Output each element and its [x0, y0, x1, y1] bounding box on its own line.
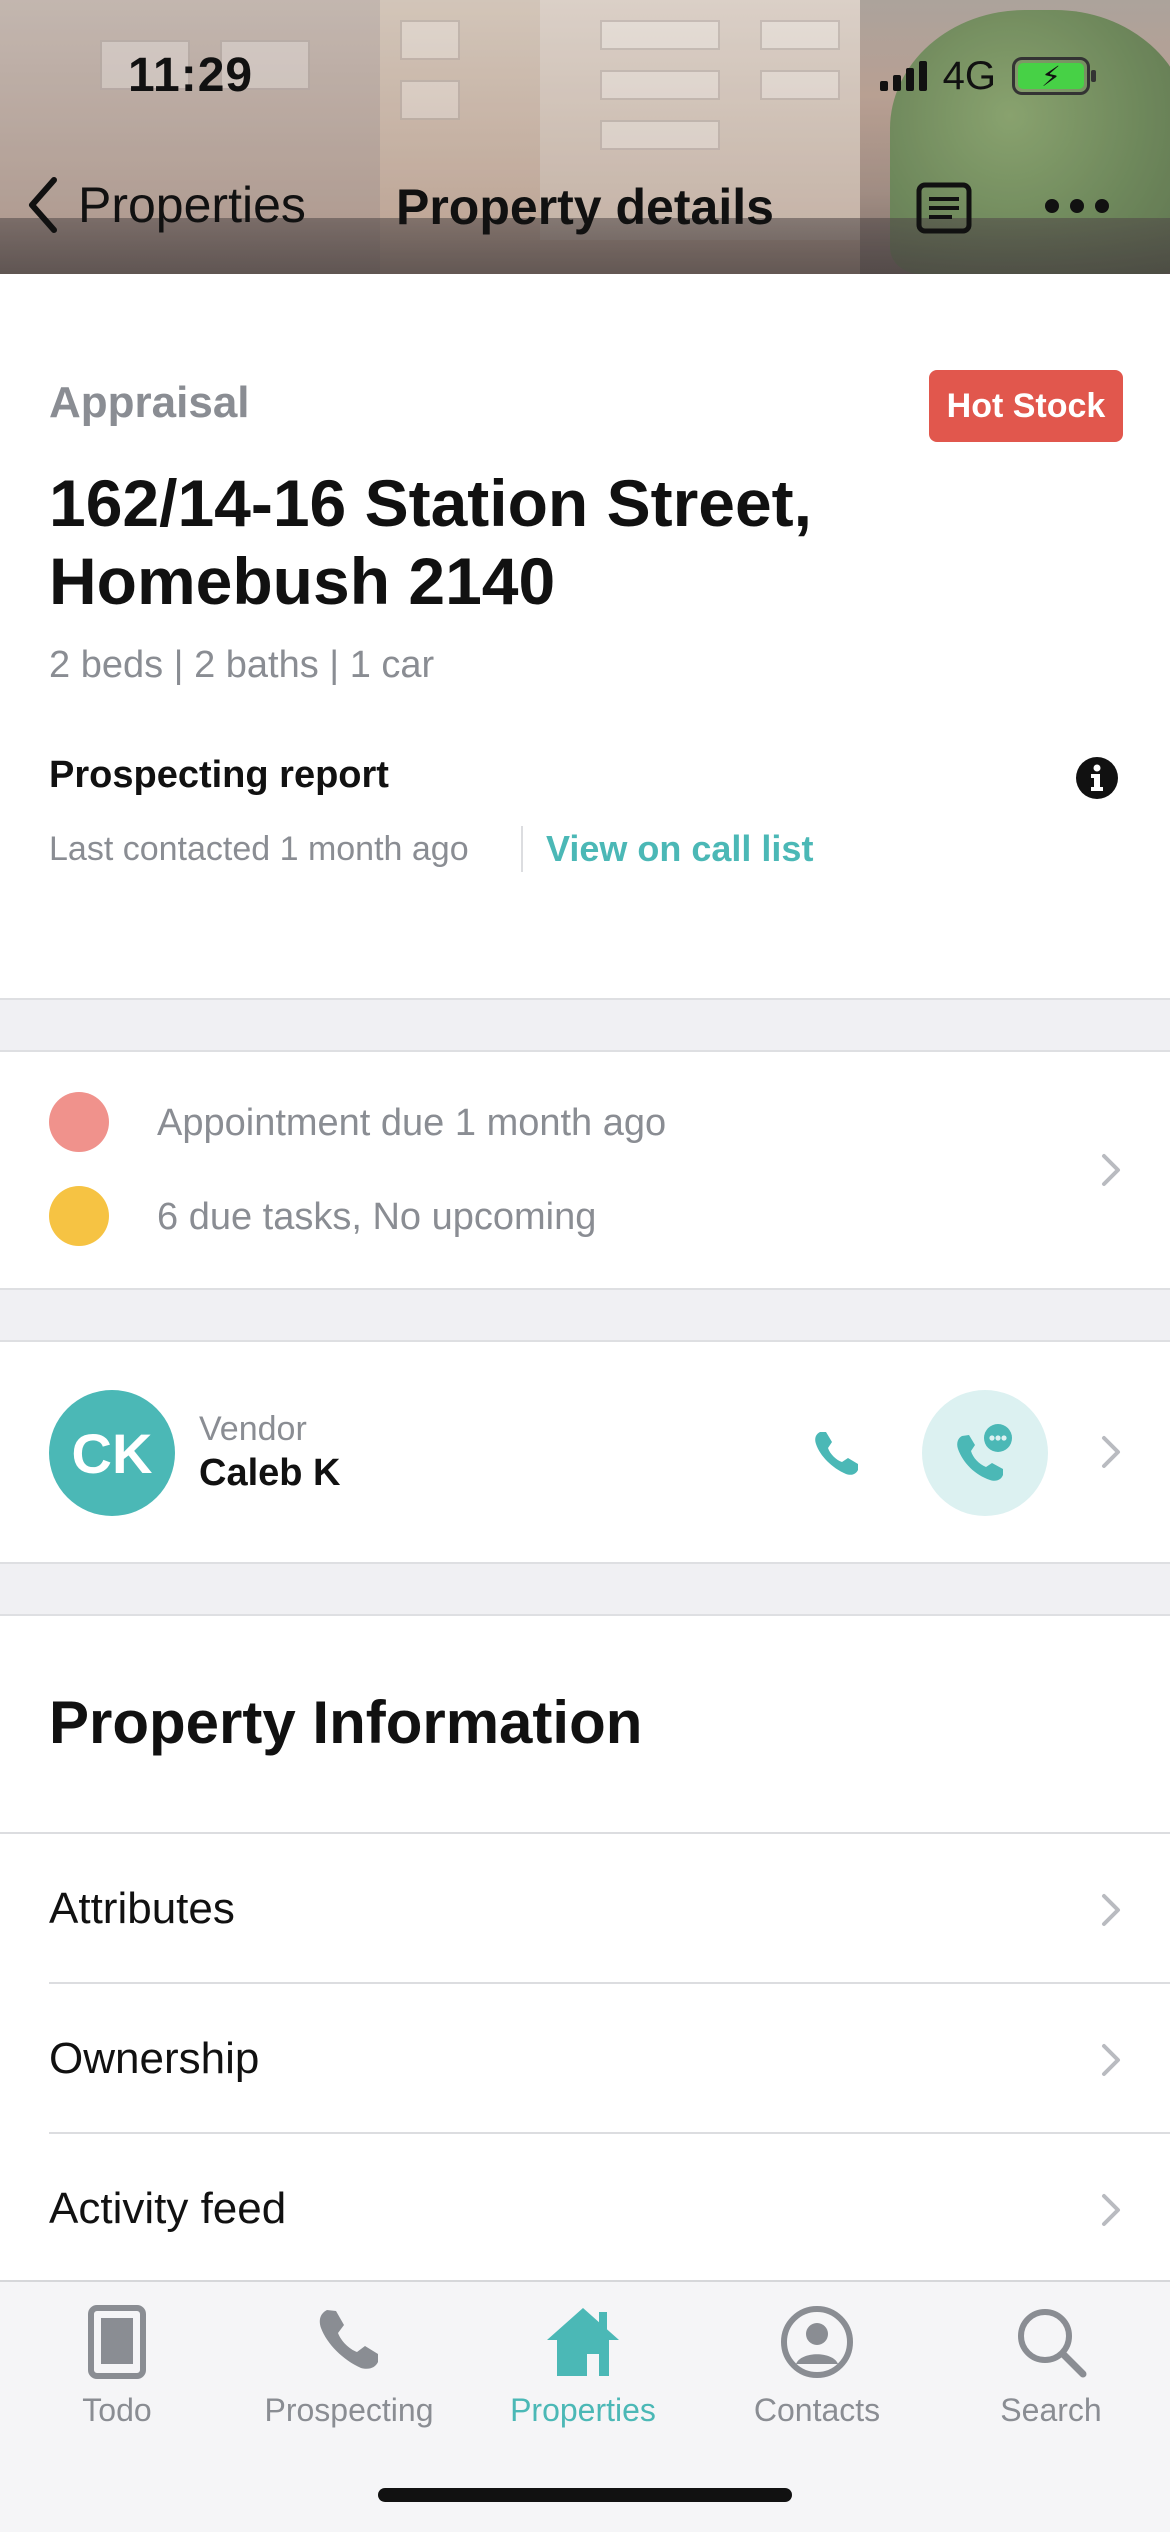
notes-icon[interactable]: [916, 182, 972, 234]
property-stage: Appraisal: [49, 378, 250, 427]
home-indicator: [378, 2488, 792, 2502]
back-label: Properties: [78, 177, 306, 233]
header-photo: 11:29 4G ⚡ Properties Property details: [0, 0, 1170, 274]
signal-icon: [879, 61, 927, 91]
vendor-role: Vendor: [199, 1410, 307, 1448]
phone-icon: [319, 2310, 378, 2369]
more-options-icon[interactable]: [1044, 196, 1110, 216]
property-information-section: Property Information Attributes Ownershi…: [0, 1616, 1170, 2280]
vendor-name: Caleb K: [199, 1452, 341, 1494]
section-gap: [0, 1288, 1170, 1342]
chevron-right-icon: [1102, 2044, 1120, 2076]
section-gap: [0, 998, 1170, 1052]
status-time: 11:29: [128, 49, 254, 102]
chevron-right-icon: [1102, 1894, 1120, 1926]
appointment-text: Appointment due 1 month ago: [157, 1102, 667, 1144]
property-summary-card: Appraisal Hot Stock 162/14-16 Station St…: [0, 274, 1170, 998]
tasks-card[interactable]: Appointment due 1 month ago 6 due tasks,…: [0, 1052, 1170, 1288]
tab-label: Prospecting: [264, 2392, 434, 2428]
chevron-left-icon: [29, 177, 57, 233]
tab-properties[interactable]: Properties: [468, 2302, 698, 2432]
appointment-status-dot: [49, 1092, 109, 1152]
tab-contacts[interactable]: Contacts: [702, 2302, 932, 2432]
chevron-right-icon: [1102, 1436, 1120, 1468]
property-features: 2 beds | 2 baths | 1 car: [49, 644, 435, 686]
tab-label: Todo: [82, 2392, 152, 2428]
back-button[interactable]: Properties: [24, 174, 306, 236]
tasks-status-dot: [49, 1186, 109, 1246]
section-gap: [0, 1562, 1170, 1616]
address-line-1: 162/14-16 Station Street,: [49, 466, 812, 540]
home-icon: [547, 2308, 619, 2376]
divider: [521, 826, 523, 872]
phone-icon[interactable]: [806, 1424, 866, 1484]
navigation-bar: Properties Property details: [0, 168, 1170, 244]
tab-label: Search: [1000, 2392, 1102, 2428]
info-icon[interactable]: [1075, 756, 1119, 800]
tab-todo[interactable]: Todo: [2, 2302, 232, 2432]
tab-search[interactable]: Search: [936, 2302, 1166, 2432]
search-icon: [1018, 2309, 1087, 2378]
attributes-row[interactable]: Attributes: [0, 1834, 1170, 1984]
battery-icon: ⚡: [1012, 57, 1096, 95]
row-label: Attributes: [49, 1884, 235, 1933]
row-label: Ownership: [49, 2034, 260, 2083]
phone-message-icon: [957, 1424, 1012, 1481]
row-label: Activity feed: [49, 2184, 287, 2233]
hot-stock-badge: Hot Stock: [929, 370, 1123, 442]
tab-label: Properties: [510, 2392, 656, 2428]
todo-icon: [88, 2305, 146, 2379]
network-type: 4G: [942, 53, 996, 98]
due-tasks-text: 6 due tasks, No upcoming: [157, 1196, 597, 1238]
charging-bolt-icon: ⚡: [1018, 61, 1084, 92]
last-contacted-text: Last contacted 1 month ago: [49, 830, 469, 868]
vendor-card[interactable]: CK Vendor Caleb K: [0, 1342, 1170, 1562]
view-on-call-list-link[interactable]: View on call list: [546, 828, 813, 870]
property-address: 162/14-16 Station Street, Homebush 2140: [49, 464, 949, 620]
activity-feed-row[interactable]: Activity feed: [0, 2134, 1170, 2284]
ownership-row[interactable]: Ownership: [0, 1984, 1170, 2134]
vendor-avatar: CK: [49, 1390, 175, 1516]
call-with-message-button[interactable]: [922, 1390, 1048, 1516]
address-line-2: Homebush 2140: [49, 544, 556, 618]
section-title: Property Information: [49, 1689, 643, 1756]
status-indicators: 4G ⚡: [879, 53, 1096, 98]
page-title: Property details: [396, 179, 774, 235]
prospecting-report-title: Prospecting report: [49, 754, 389, 796]
chevron-right-icon: [1102, 1154, 1120, 1186]
chevron-right-icon: [1102, 2194, 1120, 2226]
tab-prospecting[interactable]: Prospecting: [234, 2302, 464, 2432]
contact-icon: [781, 2306, 853, 2378]
tab-label: Contacts: [753, 2392, 881, 2428]
